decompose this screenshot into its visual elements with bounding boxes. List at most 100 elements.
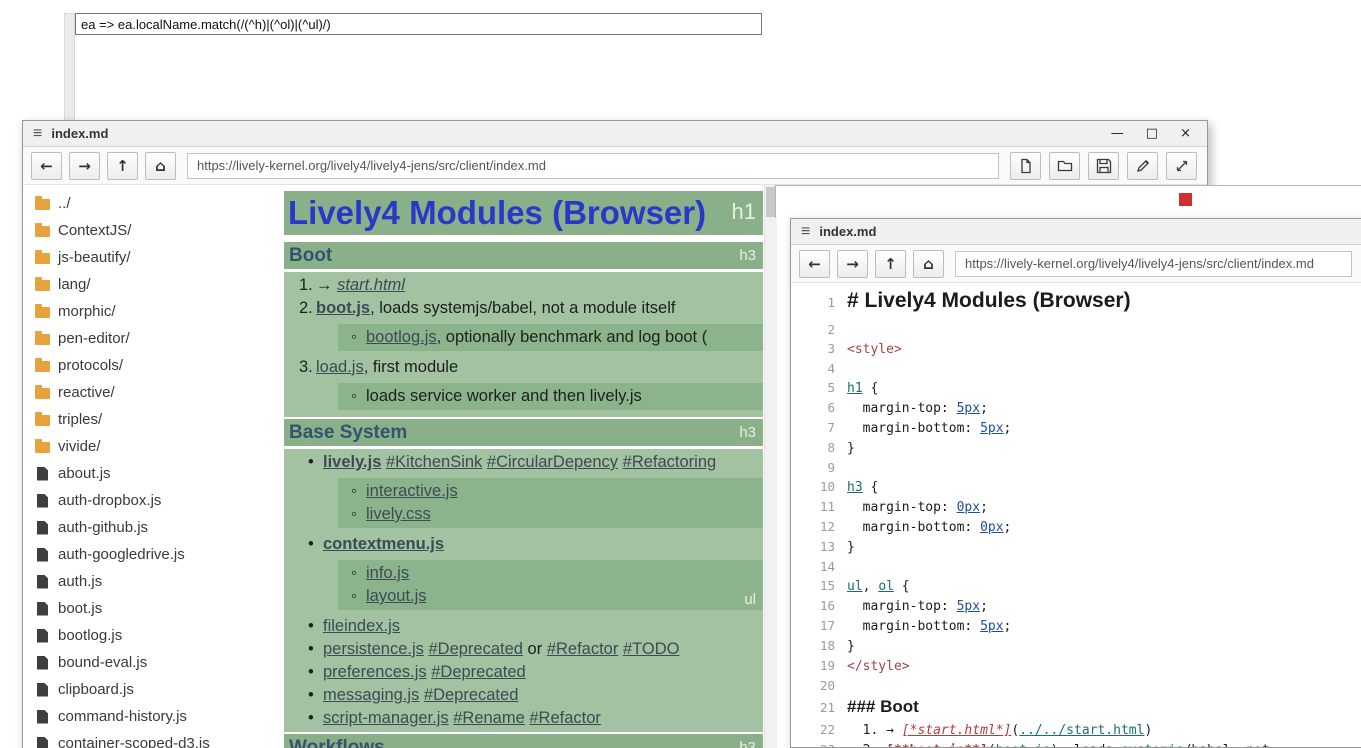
md-link[interactable]: lively.js <box>323 453 381 471</box>
editor-line[interactable]: 12 margin-bottom: 0px; <box>791 517 1361 537</box>
editor-line[interactable]: 1# Lively4 Modules (Browser) <box>791 286 1361 320</box>
md-link[interactable]: #Rename <box>453 709 525 727</box>
item-label: auth.js <box>58 573 102 590</box>
md-link[interactable]: bootlog.js <box>366 328 437 346</box>
back-button[interactable]: ← <box>31 152 62 180</box>
md-link[interactable]: #Deprecated <box>424 686 518 704</box>
md-link[interactable]: load.js <box>316 358 364 376</box>
md-link[interactable]: messaging.js <box>323 686 419 704</box>
code-token: , loads <box>1058 743 1121 747</box>
url-input[interactable] <box>187 153 999 179</box>
md-link[interactable]: contextmenu.js <box>323 535 444 553</box>
line-content: 1. → [*start.html*](../../start.html) <box>847 721 1152 740</box>
file-item[interactable]: about.js <box>23 460 263 487</box>
markdown-scrollbar[interactable] <box>764 185 777 748</box>
editor-line[interactable]: 5h1 { <box>791 378 1361 398</box>
item-label: bound-eval.js <box>58 654 147 671</box>
md-link[interactable]: preferences.js <box>323 663 427 681</box>
home-button[interactable]: ⌂ <box>145 152 176 180</box>
file-item[interactable]: auth-dropbox.js <box>23 487 263 514</box>
editor-line[interactable]: 14 <box>791 557 1361 576</box>
save-button[interactable] <box>1088 152 1119 180</box>
folder-item[interactable]: morphic/ <box>23 298 263 325</box>
md-link[interactable]: layout.js <box>366 587 427 605</box>
editor-line[interactable]: 23 2. [**boot.js**](boot.js), loads syst… <box>791 740 1361 747</box>
md-link[interactable]: #Deprecated <box>431 663 525 681</box>
md-link[interactable]: persistence.js <box>323 640 424 658</box>
editor-line[interactable]: 10h3 { <box>791 477 1361 497</box>
md-link[interactable]: info.js <box>366 564 409 582</box>
editor-line[interactable]: 4 <box>791 359 1361 378</box>
folder-item[interactable]: vivide/ <box>23 433 263 460</box>
file-item[interactable]: auth-googledrive.js <box>23 541 263 568</box>
editor-line[interactable]: 8} <box>791 438 1361 458</box>
folder-item[interactable]: js-beautify/ <box>23 244 263 271</box>
folder-item[interactable]: ../ <box>23 190 263 217</box>
up-button[interactable]: ↑ <box>875 250 906 278</box>
md-link[interactable]: script-manager.js <box>323 709 449 727</box>
editor-line[interactable]: 2 <box>791 320 1361 339</box>
file-item[interactable]: boot.js <box>23 595 263 622</box>
window2-titlebar[interactable]: ≡ index.md <box>791 219 1361 245</box>
md-text: or <box>523 640 547 658</box>
folder-item[interactable]: protocols/ <box>23 352 263 379</box>
menu-icon[interactable]: ≡ <box>33 126 42 142</box>
editor-line[interactable]: 9 <box>791 458 1361 477</box>
expression-input[interactable] <box>75 13 762 35</box>
md-link[interactable]: #TODO <box>623 640 680 658</box>
forward-button[interactable]: → <box>837 250 868 278</box>
editor-line[interactable]: 11 margin-top: 0px; <box>791 497 1361 517</box>
md-link[interactable]: #KitchenSink <box>386 453 482 471</box>
forward-button[interactable]: → <box>69 152 100 180</box>
minimize-button[interactable]: — <box>1111 127 1124 140</box>
maximize-button[interactable]: □ <box>1146 127 1158 140</box>
edit-button[interactable] <box>1127 152 1158 180</box>
md-link[interactable]: #Refactoring <box>623 453 717 471</box>
file-item[interactable]: bound-eval.js <box>23 649 263 676</box>
editor-line[interactable]: 3<style> <box>791 339 1361 359</box>
md-link[interactable]: #Refactor <box>529 709 601 727</box>
editor-line[interactable]: 18} <box>791 636 1361 656</box>
file-item[interactable]: auth-github.js <box>23 514 263 541</box>
up-button[interactable]: ↑ <box>107 152 138 180</box>
md-link[interactable]: #CircularDepency <box>487 453 618 471</box>
md-link[interactable]: fileindex.js <box>323 617 400 635</box>
url-input[interactable] <box>955 251 1352 277</box>
editor-line[interactable]: 6 margin-top: 5px; <box>791 398 1361 418</box>
md-link[interactable]: #Refactor <box>547 640 619 658</box>
md-link[interactable]: boot.js <box>316 299 370 317</box>
file-item[interactable]: command-history.js <box>23 703 263 730</box>
editor-line[interactable]: 22 1. → [*start.html*](../../start.html) <box>791 720 1361 740</box>
back-button[interactable]: ← <box>799 250 830 278</box>
home-button[interactable]: ⌂ <box>913 250 944 278</box>
menu-icon[interactable]: ≡ <box>801 224 810 240</box>
editor-line[interactable]: 13} <box>791 537 1361 557</box>
file-item[interactable]: auth.js <box>23 568 263 595</box>
editor-line[interactable]: 19</style> <box>791 656 1361 676</box>
file-item[interactable]: container-scoped-d3.js <box>23 730 263 748</box>
editor-line[interactable]: 20 <box>791 676 1361 695</box>
code-editor[interactable]: 1# Lively4 Modules (Browser)23<style>45h… <box>791 283 1361 747</box>
fullscreen-button[interactable] <box>1166 152 1197 180</box>
editor-line[interactable]: 17 margin-bottom: 5px; <box>791 616 1361 636</box>
editor-line[interactable]: 16 margin-top: 5px; <box>791 596 1361 616</box>
window1-titlebar[interactable]: ≡ index.md — □ × <box>23 121 1207 147</box>
editor-line[interactable]: 21### Boot <box>791 695 1361 720</box>
file-item[interactable]: clipboard.js <box>23 676 263 703</box>
md-link[interactable]: lively.css <box>366 505 431 523</box>
close-button[interactable]: × <box>1180 127 1191 140</box>
folder-item[interactable]: reactive/ <box>23 379 263 406</box>
md-link[interactable]: #Deprecated <box>428 640 522 658</box>
new-file-button[interactable] <box>1010 152 1041 180</box>
folder-item[interactable]: pen-editor/ <box>23 325 263 352</box>
code-token: } <box>847 639 855 654</box>
file-item[interactable]: bootlog.js <box>23 622 263 649</box>
folder-item[interactable]: triples/ <box>23 406 263 433</box>
editor-line[interactable]: 7 margin-bottom: 5px; <box>791 418 1361 438</box>
folder-item[interactable]: ContextJS/ <box>23 217 263 244</box>
open-folder-button[interactable] <box>1049 152 1080 180</box>
folder-item[interactable]: lang/ <box>23 271 263 298</box>
md-link[interactable]: interactive.js <box>366 482 458 500</box>
md-link[interactable]: start.html <box>337 276 405 294</box>
editor-line[interactable]: 15ul, ol { <box>791 576 1361 596</box>
